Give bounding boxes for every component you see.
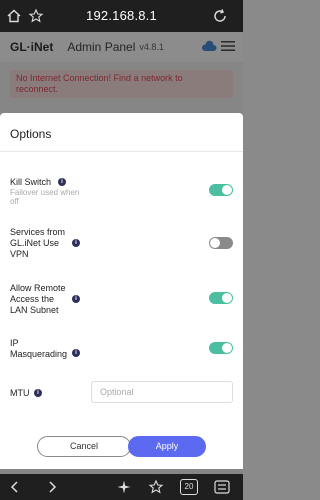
ip-masquerading-toggle[interactable] [209, 342, 233, 354]
ip-masquerading-label-line-2: Masquerading [10, 349, 68, 359]
options-modal: Options Kill Switch i Failover used when… [0, 113, 243, 469]
mtu-label: MTU [10, 388, 30, 398]
mtu-input[interactable] [91, 381, 233, 403]
remote-access-label-line-2: Access the [10, 294, 55, 304]
back-icon[interactable] [7, 479, 23, 495]
apply-button[interactable]: Apply [128, 436, 206, 457]
remote-access-label-line-1: Allow Remote [10, 283, 66, 293]
kill-switch-subtext: Failover used when off [10, 188, 80, 206]
remote-access-toggle[interactable] [209, 292, 233, 304]
browser-toolbar: 192.168.8.1 [0, 0, 243, 32]
star-outline-icon[interactable] [28, 8, 44, 24]
services-vpn-label-line-2: GL.iNet Use [10, 238, 60, 248]
url-bar[interactable]: 192.168.8.1 [60, 8, 183, 23]
info-icon[interactable]: i [72, 239, 80, 247]
services-vpn-label-line-3: VPN [10, 249, 29, 259]
reload-icon[interactable] [212, 8, 228, 24]
tabs-icon[interactable]: 20 [180, 479, 198, 495]
toggle-knob [210, 238, 220, 248]
home-icon[interactable] [6, 8, 22, 24]
info-icon[interactable]: i [34, 389, 42, 397]
remote-access-label-line-3: LAN Subnet [10, 305, 59, 315]
toggle-knob [222, 293, 232, 303]
extension-icon[interactable] [116, 479, 132, 495]
modal-divider [0, 151, 243, 152]
toggle-knob [222, 343, 232, 353]
kill-switch-label: Kill Switch [10, 177, 52, 187]
info-icon[interactable]: i [58, 178, 66, 186]
info-icon[interactable]: i [72, 349, 80, 357]
browser-bottom-bar: 20 [0, 474, 243, 500]
services-vpn-toggle[interactable] [209, 237, 233, 249]
services-vpn-label-line-1: Services from [10, 227, 66, 237]
modal-title: Options [10, 127, 52, 141]
cancel-button[interactable]: Cancel [37, 436, 131, 457]
forward-icon[interactable] [44, 479, 60, 495]
bookmark-icon[interactable] [148, 479, 164, 495]
toggle-knob [222, 185, 232, 195]
browser-menu-icon[interactable] [214, 479, 230, 495]
info-icon[interactable]: i [72, 295, 80, 303]
ip-masquerading-label-line-1: IP [10, 338, 19, 348]
kill-switch-toggle[interactable] [209, 184, 233, 196]
